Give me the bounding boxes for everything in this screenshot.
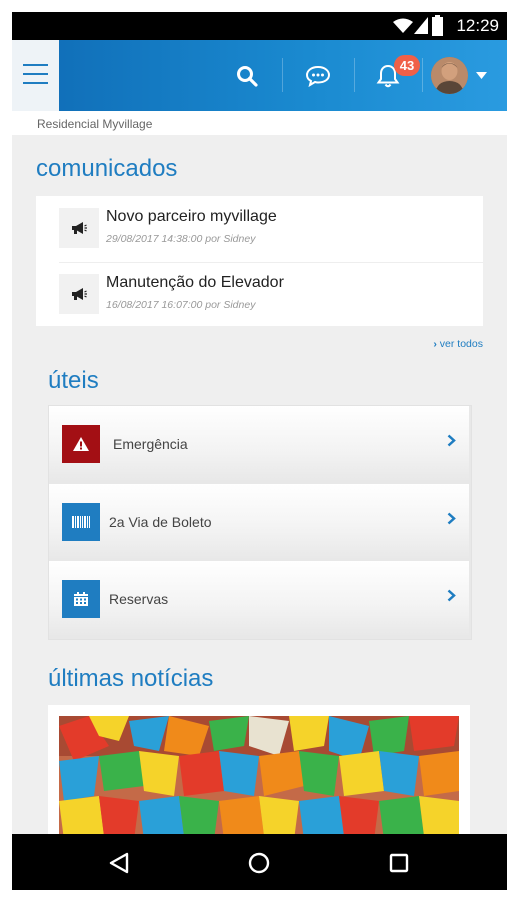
search-icon: [237, 65, 258, 87]
uteis-title: úteis: [48, 367, 99, 394]
wifi-icon: [393, 18, 413, 33]
util-label: 2a Via de Boleto: [109, 514, 212, 530]
appbar-divider: [354, 58, 355, 92]
list-item-meta: 29/08/2017 14:38:00 por Sidney: [106, 233, 256, 245]
warning-icon: [62, 425, 100, 463]
hamburger-icon: [23, 64, 48, 66]
recents-square-icon[interactable]: [389, 853, 409, 873]
util-item-boleto[interactable]: 2a Via de Boleto: [49, 484, 469, 560]
calendar-icon: [62, 580, 100, 618]
nav-bar: [12, 834, 507, 890]
barcode-icon: [62, 503, 100, 541]
megaphone-icon: [59, 274, 99, 314]
chevron-right-icon: [447, 434, 456, 447]
breadcrumb-label: Residencial Myvillage: [37, 117, 153, 131]
util-label: Reservas: [109, 591, 169, 607]
caret-down-icon[interactable]: [476, 72, 487, 79]
list-item-title: Novo parceiro myvillage: [106, 208, 277, 225]
divider: [59, 262, 483, 263]
list-item-meta: 16/08/2017 16:07:00 por Sidney: [106, 299, 256, 311]
noticias-title: últimas notícias: [48, 665, 214, 692]
app-bar: 43: [12, 40, 507, 111]
util-label: Emergência: [113, 436, 188, 452]
chat-bubble-icon: [305, 65, 331, 87]
status-bar: 12:29: [12, 12, 507, 40]
list-item[interactable]: Manutenção do Elevador 16/08/2017 16:07:…: [59, 264, 483, 328]
comunicados-card: Novo parceiro myvillage 29/08/2017 14:38…: [36, 196, 483, 326]
status-time: 12:29: [456, 16, 499, 35]
news-image: [59, 716, 459, 840]
chevron-right-icon: [447, 512, 456, 525]
battery-icon: [432, 15, 443, 36]
menu-button[interactable]: [12, 40, 59, 111]
phone-screen: 12:29 43 Residencial Myvillage comunicad…: [12, 12, 507, 890]
breadcrumb: Residencial Myvillage: [12, 111, 507, 135]
home-circle-icon[interactable]: [248, 852, 270, 874]
chevron-right-icon: [447, 589, 456, 602]
notifications-badge: 43: [394, 55, 420, 76]
chat-button[interactable]: [298, 40, 338, 111]
ver-todos-link[interactable]: › ver todos: [433, 338, 483, 350]
search-button[interactable]: [227, 40, 267, 111]
util-item-emergencia[interactable]: Emergência: [49, 406, 469, 482]
list-item-title: Manutenção do Elevador: [106, 274, 284, 291]
news-card[interactable]: [48, 705, 470, 840]
uteis-card: Emergência 2a Via de Boleto Reservas: [48, 405, 472, 640]
signal-icon: [414, 17, 428, 34]
appbar-divider: [282, 58, 283, 92]
back-triangle-icon[interactable]: [109, 852, 129, 874]
chevron-right-icon: ›: [433, 338, 437, 350]
ver-todos-label: ver todos: [439, 338, 483, 350]
avatar[interactable]: [431, 57, 468, 94]
util-item-reservas[interactable]: Reservas: [49, 561, 469, 637]
appbar-divider: [422, 58, 423, 92]
list-item[interactable]: Novo parceiro myvillage 29/08/2017 14:38…: [59, 198, 483, 262]
megaphone-icon: [59, 208, 99, 248]
comunicados-title: comunicados: [36, 155, 178, 182]
